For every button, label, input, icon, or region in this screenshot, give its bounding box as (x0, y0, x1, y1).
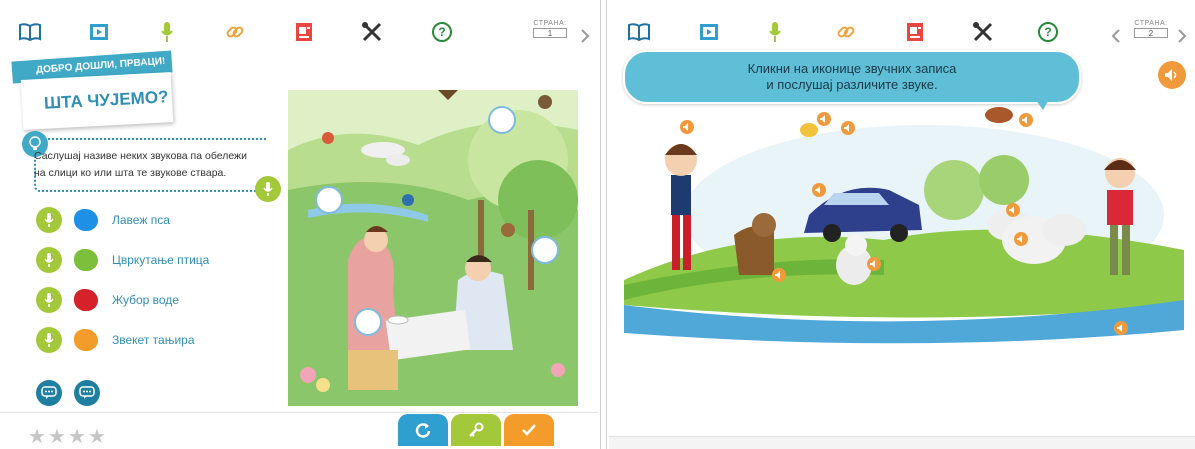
instruction-audio-button[interactable] (255, 176, 281, 202)
sound-2-color-marker[interactable] (74, 249, 98, 271)
right-footer (609, 436, 1195, 449)
speaker-icon[interactable] (812, 183, 826, 197)
answer-target-circle[interactable] (531, 236, 559, 264)
help-icon[interactable]: ? (1034, 18, 1062, 46)
hint-key-button[interactable] (451, 414, 501, 446)
speaker-icon[interactable] (1019, 113, 1033, 127)
reset-button[interactable] (398, 414, 448, 446)
rating-star-icon: ★ (68, 426, 86, 448)
bubble-line-2: и послушај различите звуке. (766, 77, 938, 92)
previous-page-arrow-icon[interactable] (1109, 26, 1123, 46)
left-toolbar: ? СТРАНА: 1 (0, 10, 598, 54)
video-icon[interactable] (695, 18, 723, 46)
check-icon (522, 424, 536, 436)
right-toolbar: ? СТРАНА: 2 (609, 10, 1195, 54)
speech-bubble-icon[interactable] (74, 380, 100, 406)
sound-2-label: Цвркутање птица (112, 253, 210, 267)
link-icon[interactable] (832, 18, 860, 46)
page-indicator: СТРАНА: 2 (1129, 20, 1173, 38)
rating-star-icon: ★ (48, 426, 66, 448)
video-icon[interactable] (85, 18, 113, 46)
tools-icon[interactable] (358, 18, 386, 46)
right-page: ? СТРАНА: 2 Кликни на иконице звучних за… (609, 0, 1195, 449)
svg-text:?: ? (438, 25, 445, 39)
speaker-icon[interactable] (841, 121, 855, 135)
speaker-icon[interactable] (772, 268, 786, 282)
bubble-line-1: Кликни на иконице звучних записа (747, 61, 957, 76)
page-label: СТРАНА: (1134, 20, 1168, 27)
instruction-line-2: на слици ко или шта те звукове ствара. (34, 167, 227, 179)
speaker-icon[interactable] (817, 112, 831, 126)
document-icon[interactable] (290, 18, 318, 46)
svg-text:?: ? (1044, 25, 1051, 39)
sound-4-play-button[interactable] (36, 327, 62, 353)
page-label: СТРАНА: (533, 20, 567, 27)
link-icon[interactable] (221, 18, 249, 46)
sound-1-color-marker[interactable] (74, 209, 98, 231)
page-number-field[interactable]: 2 (1134, 28, 1168, 38)
answer-target-circle[interactable] (315, 186, 343, 214)
instruction-text: Саслушај називе неких звукова па обележи… (34, 148, 274, 182)
book-icon[interactable] (625, 18, 653, 46)
picnic-scene-illustration (288, 90, 578, 406)
sound-1-label: Лавеж пса (112, 213, 170, 227)
rating-star-icon: ★ (88, 426, 106, 448)
rating-star-icon: ★ (28, 426, 46, 448)
speaker-icon[interactable] (867, 257, 881, 271)
next-page-arrow-icon[interactable] (1175, 26, 1189, 46)
book-icon[interactable] (16, 18, 44, 46)
check-answer-button[interactable] (504, 414, 554, 446)
sound-2-play-button[interactable] (36, 247, 62, 273)
left-page: ? СТРАНА: 1 ДОБРО ДОШЛИ, ПРВАЦИ! ШТА ЧУЈ… (0, 0, 598, 449)
speaker-icon[interactable] (1114, 321, 1128, 335)
page-divider (600, 0, 607, 449)
sound-3-label: Жубор воде (112, 293, 179, 307)
sound-3-play-button[interactable] (36, 287, 62, 313)
microphone-icon[interactable] (153, 18, 181, 46)
sound-landscape-illustration (624, 105, 1189, 360)
answer-target-circle[interactable] (488, 106, 516, 134)
instruction-line-1: Саслушај називе неких звукова па обележи (34, 150, 247, 162)
lesson-banner: ДОБРО ДОШЛИ, ПРВАЦИ! ШТА ЧУЈЕМО? (11, 50, 174, 130)
page-indicator: СТРАНА: 1 (528, 20, 572, 38)
speech-bubble-icon[interactable] (36, 380, 62, 406)
speaker-icon[interactable] (1014, 232, 1028, 246)
page-title: ШТА ЧУЈЕМО? (20, 72, 174, 130)
play-all-speaker-button[interactable] (1158, 61, 1186, 89)
reset-icon (415, 423, 431, 438)
document-icon[interactable] (901, 18, 929, 46)
sound-4-color-marker[interactable] (74, 329, 98, 351)
help-icon[interactable]: ? (428, 18, 456, 46)
sound-3-color-marker[interactable] (74, 289, 98, 311)
speaker-icon[interactable] (1006, 203, 1020, 217)
page-number-field[interactable]: 1 (533, 28, 567, 38)
tools-icon[interactable] (969, 18, 997, 46)
key-icon (469, 422, 484, 437)
next-page-arrow-icon[interactable] (578, 26, 592, 46)
speaker-icon[interactable] (680, 120, 694, 134)
microphone-icon[interactable] (761, 18, 789, 46)
sound-4-label: Звекет тањира (112, 333, 195, 347)
instruction-speech-bubble: Кликни на иконице звучних записа и послу… (623, 50, 1081, 104)
answer-target-circle[interactable] (354, 308, 382, 336)
sound-1-play-button[interactable] (36, 207, 62, 233)
